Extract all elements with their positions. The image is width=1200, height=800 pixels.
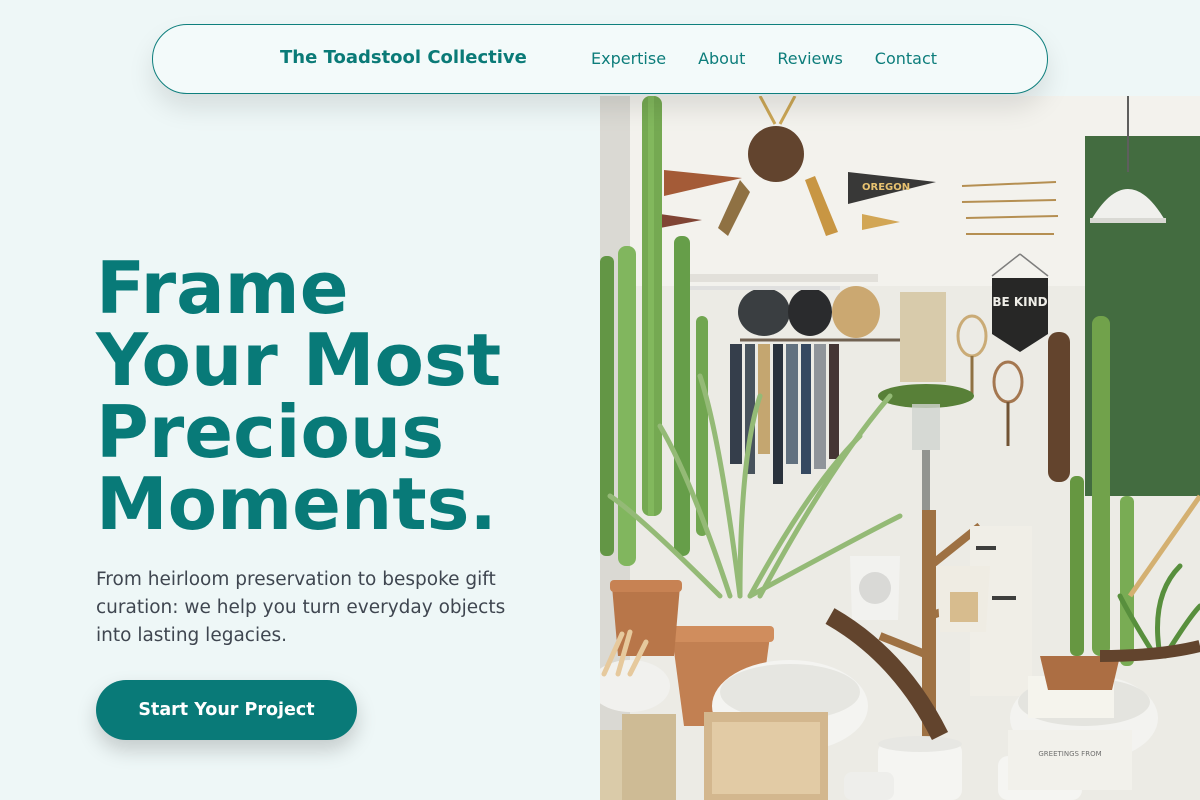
nav-links: Expertise About Reviews Contact bbox=[591, 49, 937, 68]
nav-link-expertise[interactable]: Expertise bbox=[591, 49, 666, 68]
hero-title-line: Your Most bbox=[96, 318, 502, 402]
hero-shop-photo: OREGON BE KIND GREETINGS FROM bbox=[600, 96, 1200, 800]
hero-title-line: Precious bbox=[96, 390, 445, 474]
hero-title: Frame Your Most Precious Moments. bbox=[96, 252, 596, 540]
start-project-button[interactable]: Start Your Project bbox=[96, 680, 357, 740]
nav-link-about[interactable]: About bbox=[698, 49, 745, 68]
nav-link-reviews[interactable]: Reviews bbox=[777, 49, 842, 68]
hero-subtitle: From heirloom preservation to bespoke gi… bbox=[96, 569, 506, 646]
top-navigation-bar: The Toadstool Collective Expertise About… bbox=[152, 24, 1048, 94]
hero-title-line: Moments. bbox=[96, 462, 497, 546]
nav-link-contact[interactable]: Contact bbox=[875, 49, 937, 68]
brand-logo-text[interactable]: The Toadstool Collective bbox=[280, 47, 527, 68]
hero-title-line: Frame bbox=[96, 246, 349, 330]
